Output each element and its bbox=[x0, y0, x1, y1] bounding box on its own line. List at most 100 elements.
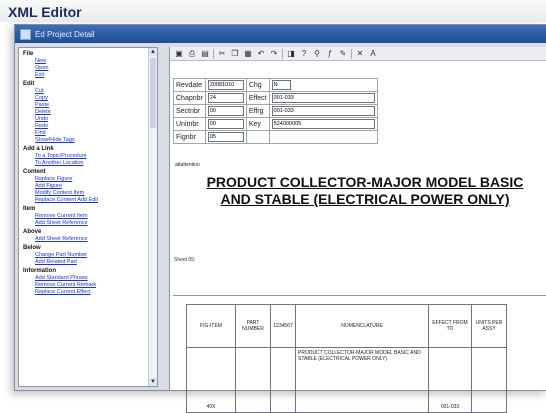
sidebar-item-remove-current-remark[interactable]: Remove Current Remark bbox=[35, 282, 157, 288]
effect-field[interactable]: 001-033 bbox=[271, 93, 375, 103]
sidebar-section-content: Content bbox=[23, 169, 46, 175]
cell-units[interactable] bbox=[471, 347, 507, 413]
window-titlebar: Ed Project Detail bbox=[15, 25, 546, 43]
chapnbr-field[interactable]: 24 bbox=[207, 93, 244, 103]
cell-indent[interactable] bbox=[270, 347, 296, 413]
sidebar-item-above-sheet-ref[interactable]: Add Sheet Reference bbox=[35, 236, 157, 242]
sidebar-item-delete[interactable]: Delete bbox=[35, 109, 157, 115]
sidebar-item-replace-current-effect[interactable]: Replace Current Effect bbox=[35, 289, 157, 295]
parts-table: FIG-ITEM PART NUMBER 1234567 NOMENCLATUR… bbox=[186, 304, 507, 413]
effect-label: Effect bbox=[245, 91, 270, 105]
app-title: XML Editor bbox=[0, 0, 546, 22]
sidebar-section-below: Below bbox=[23, 245, 41, 251]
unitnbr-label: Unitnbr bbox=[173, 117, 206, 131]
sidebar-item-paste[interactable]: Paste bbox=[35, 102, 157, 108]
window-app-icon bbox=[20, 28, 31, 40]
sidebar-section-item: Item bbox=[23, 206, 36, 212]
sidebar-item-change-part-number[interactable]: Change Part Number bbox=[35, 252, 157, 258]
header-indent: 1234567 bbox=[270, 304, 296, 348]
cell-part-number[interactable] bbox=[235, 347, 271, 413]
sidebar-section-add-link: Add a Link bbox=[23, 146, 54, 152]
toolbar-separator bbox=[213, 48, 214, 59]
header-units: UNITS PER ASSY bbox=[471, 304, 507, 348]
effrg-label: Effrg bbox=[245, 104, 270, 118]
sidebar-item-modify-content[interactable]: Modify Content Item bbox=[35, 190, 157, 196]
sidebar-item-remove-current-item[interactable]: Remove Current Item bbox=[35, 213, 157, 219]
text-style-icon[interactable]: A bbox=[368, 49, 378, 59]
key-label: Key bbox=[245, 117, 270, 131]
editor-window: Ed Project Detail File New Open Exit Edi… bbox=[14, 24, 546, 413]
scroll-up-arrow-icon[interactable]: ▲ bbox=[149, 48, 157, 56]
delete-icon[interactable]: ✕ bbox=[355, 49, 365, 59]
revdate-label: Revdate bbox=[173, 78, 206, 92]
cut-icon[interactable]: ✂ bbox=[217, 49, 227, 59]
document-pane: ▣ ⎙ ▤ ✂ ❐ ▦ ↶ ↷ ◨ ? ⚲ ƒ ✎ ✕ A Revdate 20… bbox=[169, 47, 546, 413]
sidebar-item-add-standard-phrase[interactable]: Add Standard Phrase bbox=[35, 275, 157, 281]
sidebar-item-show-hide-tags[interactable]: Show/Hide Tags bbox=[35, 137, 157, 143]
tag-icon[interactable]: ◨ bbox=[286, 49, 296, 59]
key-field[interactable]: 524000005 bbox=[271, 119, 375, 129]
scroll-down-arrow-icon[interactable]: ▼ bbox=[149, 378, 157, 386]
sidebar-item-replace-figure[interactable]: Replace Figure bbox=[35, 176, 157, 182]
sectnbr-label: Sectnbr bbox=[173, 104, 206, 118]
sidebar-item-link-topic[interactable]: To a Topic/Procedure bbox=[35, 153, 157, 159]
print-icon[interactable]: ⎙ bbox=[187, 49, 197, 59]
chg-select[interactable]: N bbox=[271, 80, 291, 90]
editor-toolbar: ▣ ⎙ ▤ ✂ ❐ ▦ ↶ ↷ ◨ ? ⚲ ƒ ✎ ✕ A bbox=[170, 47, 546, 61]
window-title: Ed Project Detail bbox=[35, 29, 95, 39]
sidebar-section-edit: Edit bbox=[23, 81, 35, 87]
sidebar-item-add-figure[interactable]: Add Figure bbox=[35, 183, 157, 189]
header-effect: EFFECT FROM TO bbox=[428, 304, 472, 348]
cell-fig-item[interactable]: 40X bbox=[186, 347, 236, 413]
sidebar-section-above: Above bbox=[23, 229, 42, 235]
command-sidebar: File New Open Exit Edit Cut Copy Paste D… bbox=[18, 47, 158, 387]
sidebar-section-information: Information bbox=[23, 268, 56, 274]
save-icon[interactable]: ▣ bbox=[174, 49, 184, 59]
format-icon[interactable]: ƒ bbox=[325, 49, 335, 59]
toolbar-separator bbox=[351, 48, 352, 59]
document-title-line-2: AND STABLE (ELECTRICAL POWER ONLY) bbox=[220, 191, 510, 207]
attention-text: attattention bbox=[175, 162, 200, 168]
header-form: Revdate 20081010 Chg N Chapnbr 24 Effect… bbox=[173, 78, 378, 144]
paste-icon[interactable]: ▦ bbox=[243, 49, 253, 59]
sidebar-item-cut[interactable]: Cut bbox=[35, 88, 157, 94]
sidebar-item-open[interactable]: Open bbox=[35, 65, 157, 71]
sidebar-item-replace-content[interactable]: Replace Content Add Edit bbox=[35, 197, 157, 203]
chg-label: Chg bbox=[245, 78, 270, 92]
parts-table-header: FIG-ITEM PART NUMBER 1234567 NOMENCLATUR… bbox=[186, 304, 507, 348]
sidebar-item-find[interactable]: Find bbox=[35, 130, 157, 136]
revdate-field[interactable]: 20081010 bbox=[207, 80, 244, 90]
document-title: PRODUCT COLLECTOR-MAJOR MODEL BASIC AND … bbox=[200, 174, 530, 208]
sidebar-item-redo[interactable]: Redo bbox=[35, 123, 157, 129]
unitnbr-field[interactable]: 00 bbox=[207, 119, 244, 129]
chapnbr-label: Chapnbr bbox=[173, 91, 206, 105]
sidebar-item-link-location[interactable]: To Another Location bbox=[35, 160, 157, 166]
sidebar-item-new[interactable]: New bbox=[35, 58, 157, 64]
table-row[interactable]: 40X PRODUCT COLLECTOR-MAJOR MODEL BASIC … bbox=[186, 347, 507, 413]
print-preview-icon[interactable]: ▤ bbox=[200, 49, 210, 59]
cell-effect[interactable]: 001-033 bbox=[428, 347, 472, 413]
sidebar-item-copy[interactable]: Copy bbox=[35, 95, 157, 101]
cell-nomenclature[interactable]: PRODUCT COLLECTOR-MAJOR MODEL BASIC AND … bbox=[295, 347, 429, 413]
sidebar-item-exit[interactable]: Exit bbox=[35, 72, 157, 78]
sidebar-section-file: File bbox=[23, 51, 34, 57]
find-icon[interactable]: ⚲ bbox=[312, 49, 322, 59]
header-nomenclature: NOMENCLATURE bbox=[295, 304, 429, 348]
sectnbr-field[interactable]: 00 bbox=[207, 106, 244, 116]
header-part-number: PART NUMBER bbox=[235, 304, 271, 348]
redo-icon[interactable]: ↷ bbox=[269, 49, 279, 59]
undo-icon[interactable]: ↶ bbox=[256, 49, 266, 59]
sidebar-item-undo[interactable]: Undo bbox=[35, 116, 157, 122]
sidebar-item-add-related-part[interactable]: Add Related Part bbox=[35, 259, 157, 265]
sidebar-content: File New Open Exit Edit Cut Copy Paste D… bbox=[19, 51, 157, 295]
section-divider bbox=[173, 295, 546, 296]
sidebar-scrollbar[interactable]: ▲ ▼ bbox=[148, 48, 157, 386]
sidebar-item-add-sheet-ref[interactable]: Add Sheet Reference bbox=[35, 220, 157, 226]
spell-icon[interactable]: ✎ bbox=[338, 49, 348, 59]
document-title-line-1: PRODUCT COLLECTOR-MAJOR MODEL BASIC bbox=[206, 174, 524, 190]
scroll-thumb[interactable] bbox=[150, 58, 156, 128]
effrg-field[interactable]: 001-033 bbox=[271, 106, 375, 116]
help-icon[interactable]: ? bbox=[299, 49, 309, 59]
copy-icon[interactable]: ❐ bbox=[230, 49, 240, 59]
fignbr-field[interactable]: 05 bbox=[207, 132, 244, 142]
